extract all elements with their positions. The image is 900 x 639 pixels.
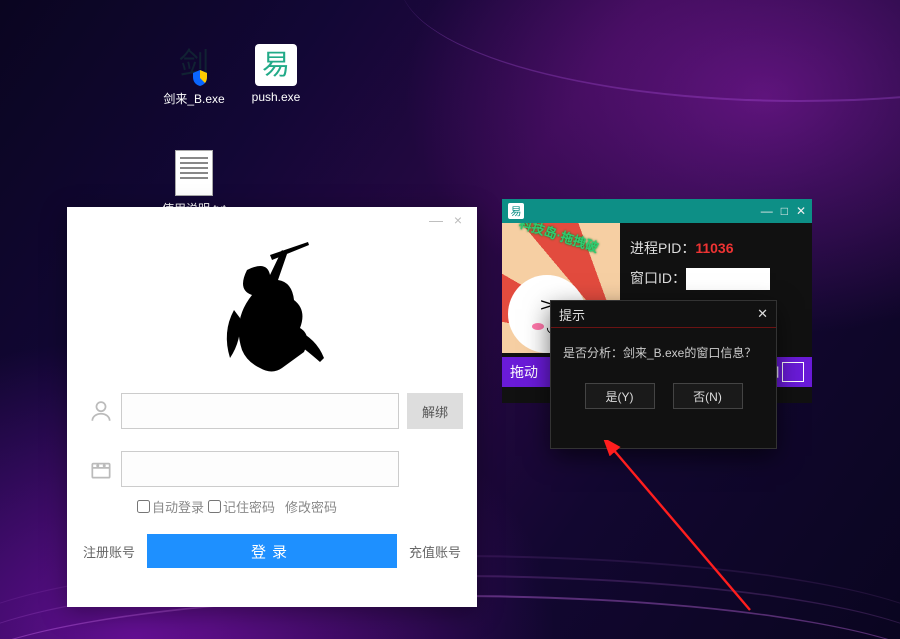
desktop-icon-label: push.exe	[238, 90, 314, 104]
yes-button-label: 是(Y)	[606, 390, 634, 404]
textfile-icon	[175, 150, 213, 196]
close-icon[interactable]: ×	[451, 215, 465, 229]
remember-password-checkbox[interactable]: 记住密码	[208, 497, 275, 516]
no-button-label: 否(N)	[693, 390, 722, 404]
tool-titlebar[interactable]: 易 — □ ✕	[502, 199, 812, 223]
desktop: 剑 剑来_B.exe 易 push.exe 使用说明.txt — ×	[0, 0, 900, 639]
window-id-label: 窗口ID：	[630, 270, 686, 286]
desktop-icon-label: 剑来_B.exe	[156, 90, 232, 107]
desktop-icon-exe2[interactable]: 易 push.exe	[238, 44, 314, 104]
svg-text:易: 易	[262, 50, 290, 81]
login-window: — × 解绑	[67, 207, 477, 607]
password-input[interactable]	[121, 451, 399, 487]
register-link[interactable]: 注册账号	[81, 542, 137, 561]
window-id-input[interactable]	[686, 268, 770, 290]
login-button[interactable]: 登录	[147, 534, 397, 568]
drag-label-left: 拖动	[510, 362, 538, 382]
change-password-link[interactable]: 修改密码	[285, 497, 337, 516]
auto-login-label: 自动登录	[152, 497, 204, 516]
drag-handle-icon[interactable]	[782, 362, 804, 382]
tool-app-icon: 易	[508, 203, 524, 219]
close-icon[interactable]: ✕	[757, 306, 768, 322]
bg-swoosh	[400, 0, 900, 102]
modal-titlebar[interactable]: 提示 ✕	[551, 301, 776, 328]
uac-shield-icon	[192, 70, 208, 86]
no-button[interactable]: 否(N)	[673, 383, 743, 409]
desktop-icon-exe1[interactable]: 剑 剑来_B.exe	[156, 44, 232, 107]
confirm-modal: 提示 ✕ 是否分析：剑来_B.exe的窗口信息？ 是(Y) 否(N)	[551, 301, 776, 448]
close-icon[interactable]: ✕	[796, 204, 806, 218]
modal-message: 是否分析：剑来_B.exe的窗口信息？	[551, 328, 776, 361]
pid-label: 进程PID：	[630, 240, 695, 256]
minimize-icon[interactable]: —	[761, 204, 773, 218]
yes-button[interactable]: 是(Y)	[585, 383, 655, 409]
password-icon	[81, 456, 121, 482]
topup-link[interactable]: 充值账号	[407, 542, 463, 561]
remember-password-label: 记住密码	[223, 497, 275, 516]
maximize-icon[interactable]: □	[781, 204, 788, 218]
app-icon: 易	[255, 44, 297, 86]
modal-title: 提示	[559, 305, 585, 324]
pid-value: 11036	[695, 240, 733, 256]
auto-login-checkbox[interactable]: 自动登录	[137, 497, 204, 516]
minimize-icon[interactable]: —	[429, 215, 443, 229]
login-hero-image	[67, 235, 477, 385]
login-titlebar[interactable]: — ×	[67, 207, 477, 235]
unbind-button[interactable]: 解绑	[407, 393, 463, 429]
user-icon	[81, 398, 121, 424]
username-input[interactable]	[121, 393, 399, 429]
